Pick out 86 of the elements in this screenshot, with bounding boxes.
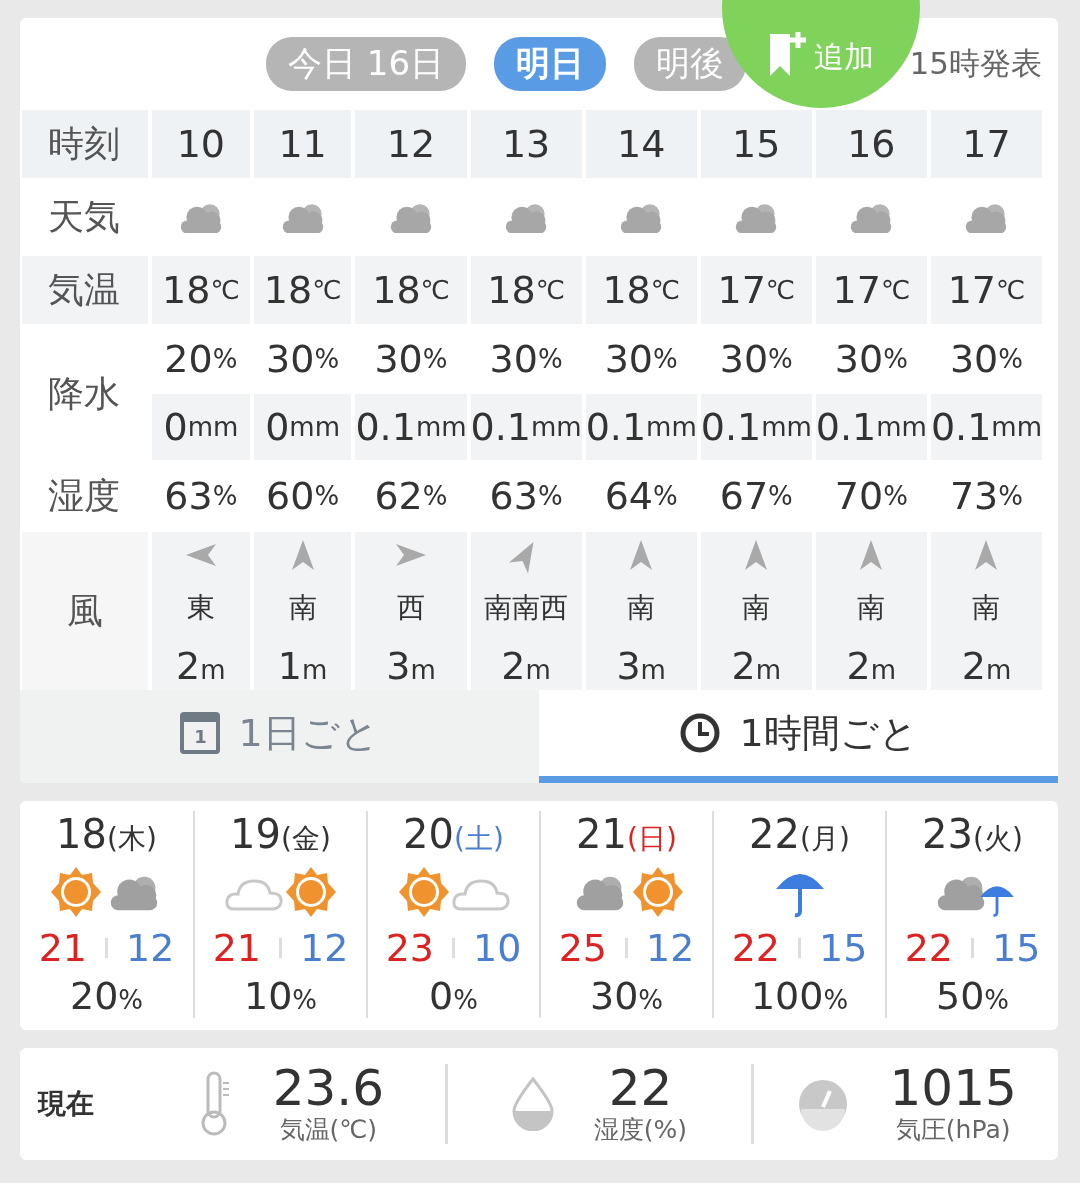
day-date: 22(月) (749, 811, 850, 858)
high-temp: 22 (904, 926, 953, 970)
sun-icon (396, 865, 451, 919)
temp-cell: 17℃ (930, 256, 1042, 324)
day-date: 21(日) (576, 811, 677, 858)
hour-cell: 12 (355, 110, 467, 178)
hour-cell: 17 (930, 110, 1042, 178)
precip-amount-cell: 0.1mm (355, 394, 467, 460)
day-tab[interactable]: 明日 (494, 37, 607, 91)
temp-cell: 18℃ (585, 256, 697, 324)
clock-icon (679, 712, 722, 754)
rain-chance: 50% (935, 974, 1010, 1018)
wind-speed: 2m (176, 644, 226, 688)
row-label: 風 (22, 532, 148, 690)
hour-cell: 16 (815, 110, 927, 178)
bookmark-plus-icon (768, 30, 808, 78)
high-temp: 23 (385, 926, 434, 970)
wind-direction: 南 (857, 590, 886, 626)
sun-icon (630, 865, 685, 919)
rain-chance: 30% (589, 974, 664, 1018)
wind-speed: 3m (616, 644, 666, 688)
day-date: 23(火) (922, 811, 1023, 858)
hour-cell: 10 (152, 110, 250, 178)
row-label: 気温 (22, 256, 148, 324)
view-tab[interactable]: 1 1日ごと (20, 690, 539, 783)
precip-amount-cell: 0.1mm (585, 394, 697, 460)
sun-icon (283, 865, 338, 919)
wind-direction: 南 (742, 590, 771, 626)
hour-cell: 15 (700, 110, 812, 178)
wind-speed: 2 m (961, 644, 1012, 688)
low-temp: 15 (819, 926, 868, 970)
current-label: 現在 (38, 1086, 95, 1122)
wind-direction: 南 (288, 590, 317, 626)
precip-amount-cell: 0.1mm (930, 394, 1042, 460)
wind-speed: 2 m (731, 644, 781, 688)
day-date: 19(金) (230, 811, 331, 858)
wind-direction: 東 (186, 590, 215, 626)
high-temp: 21 (212, 926, 261, 970)
row-label: 時刻 (22, 110, 148, 178)
wind-speed: 2 m (501, 644, 551, 688)
wind-speed: 3m (386, 644, 436, 688)
precip-amount-cell: 0.1mm (470, 394, 582, 460)
hour-cell: 13 (470, 110, 582, 178)
high-temp: 22 (731, 926, 780, 970)
rain-chance: 20% (69, 974, 144, 1018)
rain-chance: 10% (243, 974, 318, 1018)
current-caption: 湿度(%) (593, 1113, 688, 1146)
hour-cell: 14 (585, 110, 697, 178)
wind-direction: 南 (972, 590, 1001, 626)
current-value: 23.6 (272, 1062, 384, 1113)
current-caption: 気温(℃) (279, 1113, 378, 1146)
low-temp: 12 (646, 926, 695, 970)
temp-cell: 18℃ (152, 256, 250, 324)
low-temp: 12 (126, 926, 175, 970)
wind-direction: 西 (397, 590, 425, 626)
current-value: 1015 (889, 1062, 1017, 1113)
precip-amount-cell: 0mm (253, 394, 352, 460)
temp-cell: 17℃ (700, 256, 812, 324)
precip-amount-cell: 0.1mm (815, 394, 927, 460)
high-temp: 25 (558, 926, 607, 970)
current-value: 22 (608, 1062, 673, 1113)
temp-cell: 18℃ (253, 256, 352, 324)
sun-icon (48, 865, 103, 919)
current-caption: 気圧(hPa) (895, 1113, 1011, 1146)
wind-speed: 2 m (846, 644, 897, 688)
wind-direction: 南南西 (484, 590, 569, 626)
temp-cell: 17℃ (815, 256, 927, 324)
wind-speed: 1m (277, 644, 328, 688)
precip-amount-cell: 0.1mm (700, 394, 812, 460)
precip-amount-cell: 0mm (152, 394, 250, 460)
temp-cell: 18℃ (355, 256, 467, 324)
low-temp: 10 (473, 926, 522, 970)
day-date: 20(土) (403, 811, 504, 858)
low-temp: 12 (300, 926, 349, 970)
day-tab[interactable]: 明後 (634, 37, 747, 91)
high-temp: 21 (38, 926, 87, 970)
hour-cell: 11 (253, 110, 352, 178)
rain-chance: 0% (429, 974, 478, 1018)
rain-chance: 100% (750, 974, 849, 1018)
day-tab[interactable]: 今日 16日 (266, 37, 467, 91)
temp-cell: 18℃ (470, 256, 582, 324)
wind-direction: 南 (627, 590, 656, 626)
low-temp: 15 (992, 926, 1041, 970)
calendar-icon: 1 (180, 712, 221, 754)
drop-icon (511, 1077, 554, 1131)
day-date: 18(木) (56, 811, 157, 858)
